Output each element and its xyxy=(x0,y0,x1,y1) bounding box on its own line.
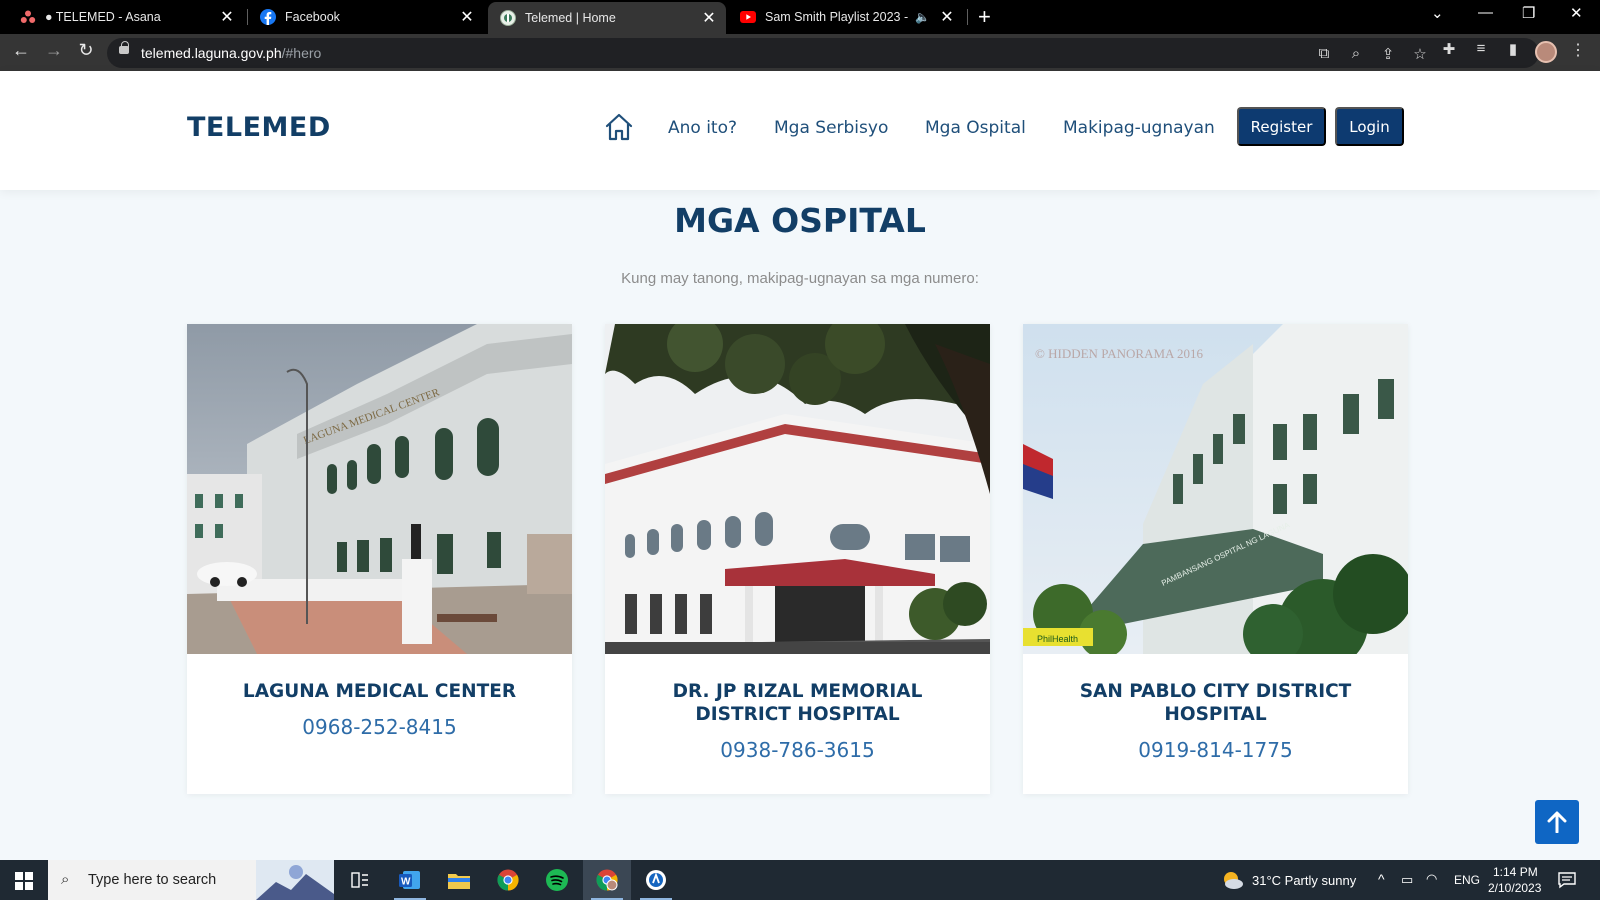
language-indicator[interactable]: ENG xyxy=(1454,873,1480,887)
tab-youtube-playlist[interactable]: Sam Smith Playlist 2023 - Be 🔈 ✕ xyxy=(728,0,964,34)
scroll-to-top-button[interactable] xyxy=(1535,800,1579,844)
hospital-photo: © HIDDEN PANORAMA 2016 PAMBANSANG OSPITA… xyxy=(1023,324,1408,654)
tab-title: Sam Smith Playlist 2023 - Be xyxy=(765,10,909,24)
taskbar-chrome-profile[interactable] xyxy=(583,860,631,900)
home-icon[interactable] xyxy=(604,112,634,142)
tab-title: ● TELEMED - Asana xyxy=(45,10,161,24)
task-view-button[interactable] xyxy=(336,860,384,900)
restore-icon[interactable]: ❐ xyxy=(1522,4,1535,22)
chrome-icon xyxy=(497,869,519,891)
weather-sun-icon[interactable] xyxy=(1220,868,1244,892)
taskbar-file-explorer[interactable] xyxy=(435,860,483,900)
share-icon[interactable]: ⇪ xyxy=(1378,45,1398,63)
tab-divider xyxy=(967,9,968,25)
address-bar[interactable]: telemed.laguna.gov.ph/#hero ⧉ ⌕ ⇪ ☆ xyxy=(107,38,1539,68)
hospital-phone[interactable]: 0968-252-8415 xyxy=(187,715,572,739)
word-icon: W xyxy=(399,871,420,889)
asana-icon xyxy=(20,9,36,25)
extensions-puzzle-icon[interactable]: ✚ xyxy=(1439,40,1459,58)
login-button[interactable]: Login xyxy=(1335,107,1404,146)
tab-search-chevron-icon[interactable]: ⌄ xyxy=(1431,4,1444,22)
folder-icon xyxy=(448,874,470,889)
philhealth-sign-text: PhilHealth xyxy=(1037,634,1078,644)
battery-icon[interactable]: ▭ xyxy=(1401,872,1413,888)
windows-start-icon[interactable] xyxy=(15,872,33,890)
spotify-icon xyxy=(546,869,568,891)
taskbar-spotify[interactable] xyxy=(533,860,581,900)
nav-mga-ospital[interactable]: Mga Ospital xyxy=(925,118,1026,138)
telemed-favicon-icon xyxy=(500,10,516,26)
windows-taskbar: ⌕ Type here to search W 31°C Partly sunn… xyxy=(0,860,1600,900)
url-text: telemed.laguna.gov.ph/#hero xyxy=(141,45,322,61)
close-window-icon[interactable]: ✕ xyxy=(1570,4,1583,22)
hospital-card: DR. JP RIZAL MEMORIAL DISTRICT HOSPITAL … xyxy=(605,324,990,794)
hospital-photo xyxy=(605,324,990,654)
search-icon: ⌕ xyxy=(61,871,70,888)
hospital-name: DR. JP RIZAL MEMORIAL DISTRICT HOSPITAL xyxy=(672,681,923,725)
taskbar-chrome[interactable] xyxy=(484,860,532,900)
tray-chevron-up-icon[interactable]: ^ xyxy=(1378,871,1385,887)
clock-date[interactable]: 2/10/2023 xyxy=(1488,881,1541,895)
site-header: TELEMED Ano ito? Mga Serbisyo Mga Ospita… xyxy=(0,71,1600,190)
close-tab-icon[interactable]: ✕ xyxy=(936,7,958,27)
clock-time[interactable]: 1:14 PM xyxy=(1493,865,1538,879)
wifi-icon[interactable]: ◠ xyxy=(1426,871,1437,887)
photo-watermark: © HIDDEN PANORAMA 2016 xyxy=(1035,346,1203,361)
hospital-phone[interactable]: 0938-786-3615 xyxy=(605,738,990,762)
notifications-icon[interactable] xyxy=(1558,871,1576,889)
speaker-muted-icon[interactable]: 🔈 xyxy=(915,10,930,24)
translate-icon[interactable]: ⧉ xyxy=(1314,45,1334,62)
taskbar-search-box[interactable]: ⌕ Type here to search xyxy=(48,860,334,900)
section-subtitle: Kung may tanong, makipag-ugnayan sa mga … xyxy=(621,270,979,287)
hospital-name: LAGUNA MEDICAL CENTER xyxy=(242,681,517,702)
browser-tab-strip: ● TELEMED - Asana ✕ Facebook ✕ Telemed |… xyxy=(0,0,1600,34)
forward-arrow-icon[interactable]: → xyxy=(42,40,66,61)
tab-telemed-asana[interactable]: ● TELEMED - Asana ✕ xyxy=(8,0,244,34)
hospital-phone[interactable]: 0919-814-1775 xyxy=(1023,738,1408,762)
hospital-name: SAN PABLO CITY DISTRICT HOSPITAL xyxy=(1079,681,1352,725)
arrow-up-icon xyxy=(1547,811,1567,833)
browser-menu-icon[interactable]: ⋮ xyxy=(1570,40,1586,60)
svg-text:W: W xyxy=(401,877,411,888)
hospital-card: LAGUNA MEDICAL CENTER LAGUNA MEDICAL CEN… xyxy=(187,324,572,794)
tab-telemed-home[interactable]: Telemed | Home ✕ xyxy=(488,2,726,34)
register-button[interactable]: Register xyxy=(1237,107,1326,146)
back-arrow-icon[interactable]: ← xyxy=(9,40,33,61)
tab-title: Facebook xyxy=(285,10,340,24)
search-highlight-art xyxy=(256,860,334,900)
close-tab-icon[interactable]: ✕ xyxy=(456,7,478,27)
close-tab-icon[interactable]: ✕ xyxy=(698,8,720,28)
hospital-card: © HIDDEN PANORAMA 2016 PAMBANSANG OSPITA… xyxy=(1023,324,1408,794)
youtube-icon xyxy=(740,9,756,25)
bookmark-star-icon[interactable]: ☆ xyxy=(1410,45,1430,63)
nav-mga-serbisyo[interactable]: Mga Serbisyo xyxy=(774,118,888,138)
app-icon xyxy=(646,870,666,890)
side-panel-icon[interactable]: ▮ xyxy=(1503,40,1523,58)
nav-ano-ito[interactable]: Ano ito? xyxy=(668,118,737,138)
zoom-icon[interactable]: ⌕ xyxy=(1346,45,1366,62)
chrome-profile-icon xyxy=(596,869,618,891)
tab-facebook[interactable]: Facebook ✕ xyxy=(248,0,484,34)
tab-title: Telemed | Home xyxy=(525,11,616,25)
weather-text[interactable]: 31°C Partly sunny xyxy=(1252,873,1356,888)
reload-icon[interactable]: ↻ xyxy=(74,40,98,61)
lock-icon xyxy=(119,41,129,54)
facebook-icon xyxy=(260,9,276,25)
taskbar-app-blue[interactable] xyxy=(632,860,680,900)
hospital-photo: LAGUNA MEDICAL CENTER xyxy=(187,324,572,654)
nav-makipag-ugnayan[interactable]: Makipag-ugnayan xyxy=(1063,118,1215,138)
search-placeholder: Type here to search xyxy=(88,872,217,888)
new-tab-button[interactable]: + xyxy=(978,4,991,30)
profile-avatar[interactable] xyxy=(1535,41,1557,63)
taskbar-word[interactable]: W xyxy=(386,860,434,900)
site-logo[interactable]: TELEMED xyxy=(187,112,331,143)
browser-toolbar: ← → ↻ telemed.laguna.gov.ph/#hero ⧉ ⌕ ⇪ … xyxy=(0,34,1600,71)
minimize-icon[interactable]: — xyxy=(1478,4,1493,21)
section-title: MGA OSPITAL xyxy=(674,201,926,240)
close-tab-icon[interactable]: ✕ xyxy=(216,7,238,27)
reading-list-icon[interactable]: ≡ xyxy=(1471,40,1491,57)
task-view-icon xyxy=(351,872,368,888)
